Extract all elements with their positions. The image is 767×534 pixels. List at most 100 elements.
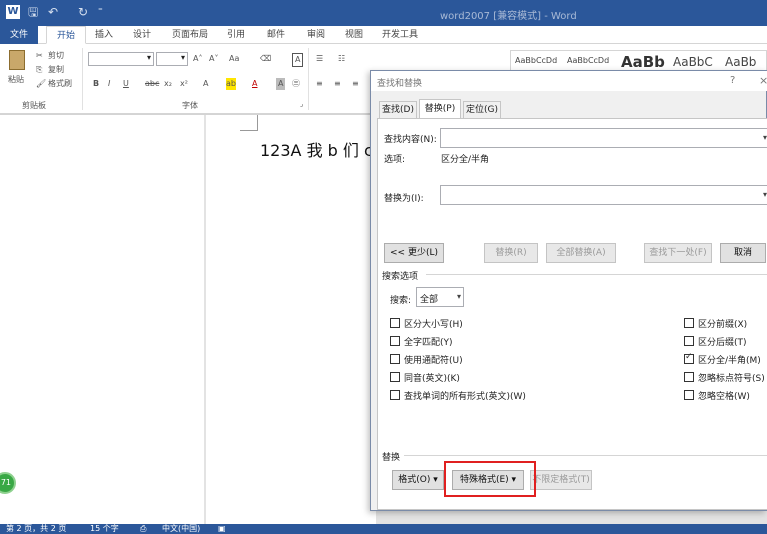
tab-goto[interactable]: 定位(G) (463, 101, 501, 119)
copy-button[interactable]: 复制 (48, 64, 64, 76)
tab-mailings[interactable]: 邮件 (262, 26, 290, 44)
option-checkbox[interactable] (684, 390, 694, 400)
option-label[interactable]: 区分全/半角(M) (698, 353, 761, 366)
option-checkbox[interactable] (390, 336, 400, 346)
tab-home[interactable]: 开始 (46, 26, 86, 44)
font-color-icon[interactable]: A (252, 78, 257, 90)
style-no-spacing[interactable]: AaBbCcDd (567, 56, 609, 65)
superscript-button[interactable]: x² (180, 78, 188, 90)
text-effects-icon[interactable]: A (203, 78, 208, 90)
option-checkbox[interactable] (684, 318, 694, 328)
bold-button[interactable]: B (93, 78, 99, 90)
dialog-title-bar: 查找和替换 ? × (371, 71, 767, 91)
no-formatting-button[interactable]: 不限定格式(T) (530, 470, 592, 490)
document-text[interactable]: 123A 我 b 们 c (260, 137, 373, 161)
style-normal[interactable]: AaBbCcDd (515, 56, 557, 65)
shading-icon[interactable]: A (276, 78, 286, 90)
option-checkbox[interactable] (390, 318, 400, 328)
replace-panel: 查找内容(N): ▾ 选项: 区分全/半角 替换为(I): ▾ << 更少(L)… (377, 118, 767, 510)
search-direction-select[interactable]: 全部 ▾ (416, 287, 464, 307)
italic-button[interactable]: I (108, 78, 110, 90)
customize-qat-icon[interactable]: ⁼ (98, 4, 103, 20)
tab-developer[interactable]: 开发工具 (380, 26, 420, 44)
option-label[interactable]: 同音(英文)(K) (404, 371, 460, 384)
chevron-down-icon[interactable]: ▾ (457, 292, 461, 301)
option-label[interactable]: 全字匹配(Y) (404, 335, 453, 348)
option-checkbox[interactable] (390, 372, 400, 382)
option-label[interactable]: 查找单词的所有形式(英文)(W) (404, 389, 526, 402)
align-right-icon[interactable]: ≡ (352, 78, 359, 90)
page-count[interactable]: 第 2 页，共 2 页 (6, 524, 66, 534)
clipboard-group-label: 剪贴板 (22, 101, 46, 110)
font-size-box[interactable]: ▾ (156, 52, 188, 66)
save-icon[interactable]: 🖫 (28, 4, 38, 20)
replace-button[interactable]: 替换(R) (484, 243, 538, 263)
option-checkbox[interactable] (684, 352, 694, 364)
word-count[interactable]: 15 个字 (90, 524, 119, 534)
align-left-icon[interactable]: ≡ (316, 78, 323, 90)
option-checkbox[interactable] (390, 390, 400, 400)
change-case-button[interactable]: Aa (229, 53, 239, 65)
enclose-char-icon[interactable]: ㊂ (292, 78, 300, 90)
char-border-icon[interactable]: A (292, 53, 304, 67)
style-title[interactable]: AaBb (725, 55, 756, 69)
numbering-icon[interactable]: ☷ (338, 53, 345, 65)
tab-view[interactable]: 视图 (340, 26, 368, 44)
shrink-font-button[interactable]: A˅ (209, 53, 218, 65)
tab-find[interactable]: 查找(D) (379, 101, 417, 119)
tab-insert[interactable]: 插入 (90, 26, 118, 44)
tab-file[interactable]: 文件 (0, 26, 38, 44)
replace-all-button[interactable]: 全部替换(A) (546, 243, 616, 263)
tab-replace[interactable]: 替换(P) (419, 99, 461, 119)
option-checkbox[interactable] (390, 354, 400, 364)
word-app-icon: W (6, 5, 20, 19)
tab-references[interactable]: 引用 (222, 26, 250, 44)
underline-button[interactable]: U (123, 78, 129, 90)
brush-icon[interactable]: 🖌 (36, 78, 46, 90)
option-label[interactable]: 区分大小写(H) (404, 317, 463, 330)
less-button[interactable]: << 更少(L) (384, 243, 444, 263)
cancel-button[interactable]: 取消 (720, 243, 766, 263)
document-page[interactable] (206, 115, 376, 524)
option-label[interactable]: 忽略空格(W) (698, 389, 750, 402)
grow-font-button[interactable]: A˄ (193, 53, 202, 65)
macro-icon[interactable]: ▣ (218, 524, 226, 534)
chevron-down-icon[interactable]: ▾ (763, 133, 767, 142)
tab-layout[interactable]: 页面布局 (166, 26, 214, 44)
option-checkbox[interactable] (684, 372, 694, 382)
highlight-icon[interactable]: ab (226, 78, 236, 90)
style-heading2[interactable]: AaBbC (673, 55, 713, 69)
find-next-button[interactable]: 查找下一处(F) (644, 243, 712, 263)
redo-icon[interactable]: ↻ (78, 4, 88, 20)
font-name-box[interactable]: ▾ (88, 52, 154, 66)
tab-design[interactable]: 设计 (128, 26, 156, 44)
format-painter-button[interactable]: 格式刷 (48, 78, 72, 90)
chevron-down-icon[interactable]: ▾ (763, 190, 767, 199)
format-button[interactable]: 格式(O) ▾ (392, 470, 444, 490)
paste-button[interactable]: 粘贴 (8, 74, 24, 86)
help-icon[interactable]: ? (730, 75, 735, 86)
scissors-icon[interactable]: ✂ (36, 50, 43, 62)
paste-icon[interactable] (9, 50, 25, 70)
bullets-icon[interactable]: ☰ (316, 53, 323, 65)
language-status[interactable]: 中文(中国) (162, 524, 200, 534)
find-what-input[interactable]: ▾ (440, 128, 767, 148)
style-heading1[interactable]: AaBb (621, 53, 665, 71)
undo-icon[interactable]: ↶ (48, 4, 58, 20)
tab-review[interactable]: 审阅 (302, 26, 330, 44)
option-label[interactable]: 使用通配符(U) (404, 353, 463, 366)
cut-button[interactable]: 剪切 (48, 50, 64, 62)
clear-format-icon[interactable]: ⌫ (260, 53, 271, 65)
align-center-icon[interactable]: ≡ (334, 78, 341, 90)
option-label[interactable]: 区分后缀(T) (698, 335, 747, 348)
option-label[interactable]: 区分前缀(X) (698, 317, 747, 330)
close-icon[interactable]: × (759, 74, 767, 87)
option-checkbox[interactable] (684, 336, 694, 346)
subscript-button[interactable]: x₂ (164, 78, 172, 90)
font-dialog-launcher-icon[interactable]: ⌟ (300, 100, 303, 108)
strikethrough-button[interactable]: abc (145, 78, 159, 90)
proofing-icon[interactable]: ⎙ (140, 524, 146, 534)
replace-with-input[interactable]: ▾ (440, 185, 767, 205)
copy-icon[interactable]: ⎘ (36, 64, 42, 76)
option-label[interactable]: 忽略标点符号(S) (698, 371, 765, 384)
